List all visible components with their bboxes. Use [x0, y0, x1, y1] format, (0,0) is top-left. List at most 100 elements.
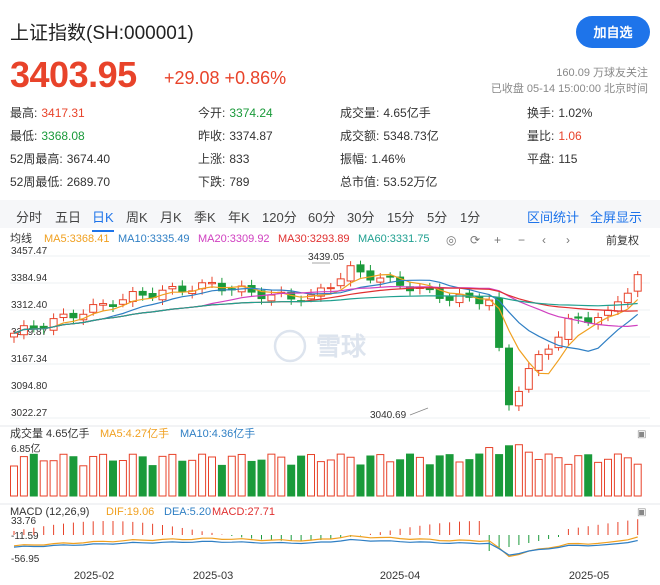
volume-bar	[415, 456, 424, 497]
candle-body	[613, 301, 622, 312]
volume-bar	[188, 459, 197, 497]
volume-bar	[455, 461, 464, 497]
volume-bar	[475, 453, 484, 497]
tab-8[interactable]: 60分	[308, 207, 335, 226]
watermark-logo-icon	[273, 329, 307, 363]
macd-value: MACD:27.71	[212, 506, 275, 518]
ma-legend-label: 均线	[10, 231, 32, 245]
stat-item: 52周最低: 2689.70	[10, 173, 110, 190]
ma-legend-item: MA60:3331.75	[358, 233, 430, 245]
toolbar-icon: ◎	[446, 233, 456, 247]
volume-bar	[445, 454, 454, 497]
stat-label: 今开:	[198, 106, 226, 120]
tab-6[interactable]: 年K	[228, 207, 250, 226]
volume-bar	[59, 453, 68, 497]
fullscreen-link[interactable]: 全屏显示	[590, 207, 642, 226]
ma-legend-item: MA10:3335.49	[118, 233, 190, 245]
tab-9[interactable]: 30分	[347, 207, 374, 226]
candle-body	[178, 285, 187, 293]
stat-label: 最高:	[10, 106, 38, 120]
stat-label: 量比:	[527, 129, 555, 143]
stat-label: 上涨:	[198, 152, 226, 166]
tab-7[interactable]: 120分	[262, 207, 297, 226]
adjust-mode: 前复权	[606, 233, 639, 247]
watermark-text: 雪球	[316, 333, 367, 361]
volume-bar	[544, 453, 553, 497]
stat-label: 昨收:	[198, 129, 226, 143]
candle-body	[208, 281, 216, 285]
stat-label: 下跌:	[198, 175, 226, 189]
stat-label: 成交额:	[340, 129, 380, 143]
stock-chart[interactable]: 均线 MA5:3368.41 MA10:3335.49 MA20:3309.92 MA3…	[0, 228, 660, 585]
add-watchlist-button[interactable]: 加自选	[576, 16, 650, 48]
volume-bar	[148, 465, 157, 497]
stat-value: 833	[229, 152, 250, 166]
low-price-label: 3040.69	[370, 410, 407, 421]
volume-bar	[19, 456, 28, 497]
volume-bar	[208, 456, 216, 497]
candle-body	[544, 348, 553, 355]
tab-0[interactable]: 分时	[16, 207, 42, 226]
y-tick-label: 3022.27	[11, 408, 48, 419]
candle-body	[128, 291, 137, 303]
candle-body	[445, 296, 454, 301]
y-tick-label: 3312.40	[11, 300, 48, 311]
stat-value: 115	[558, 152, 578, 166]
volume-bar	[406, 453, 414, 497]
range-stats-link[interactable]: 区间统计	[527, 207, 579, 226]
tab-2[interactable]: 日K	[92, 207, 114, 232]
period-tabs: 分时 五日 日K 周K 月K 季K 年K 120分 60分 30分 15分 5分 1分 区间统计 全屏显示	[0, 200, 660, 232]
stat-value: 1.02%	[558, 106, 593, 120]
volume-bar	[128, 453, 137, 497]
dif-line	[13, 535, 638, 558]
toolbar-icon: +	[494, 233, 501, 247]
volume-bar	[594, 461, 603, 497]
tab-10[interactable]: 15分	[387, 207, 414, 226]
volume-bar	[386, 461, 395, 497]
volume-bar	[198, 453, 207, 497]
collapse-volume-icon: ▣	[637, 429, 646, 440]
volume-bar	[217, 464, 226, 497]
stat-item: 成交额: 5348.73亿	[340, 127, 439, 144]
toolbar-icon: ⟳	[470, 233, 480, 247]
stat-label: 振幅:	[340, 152, 368, 166]
stat-label: 52周最高:	[10, 152, 63, 166]
tab-1[interactable]: 五日	[55, 207, 81, 226]
volume-bar	[29, 453, 38, 497]
candle-body	[118, 299, 127, 305]
x-axis-label: 2025-02	[74, 570, 114, 582]
volume-bar	[277, 456, 286, 497]
tab-4[interactable]: 月K	[160, 207, 182, 226]
candle-body	[69, 312, 78, 319]
volume-bar	[326, 459, 335, 497]
high-price-label: 3439.05	[308, 252, 345, 263]
stat-value: 53.52万亿	[383, 175, 438, 189]
tab-12[interactable]: 1分	[460, 207, 480, 226]
volume-bar	[396, 459, 405, 497]
y-tick-label: 3457.47	[11, 246, 48, 257]
stat-item: 下跌: 789	[198, 173, 249, 190]
volume-bar	[99, 453, 108, 497]
volume-bar	[69, 456, 78, 497]
volume-bar	[49, 460, 58, 497]
toolbar-icon: ›	[566, 233, 570, 247]
volume-bar	[336, 453, 345, 497]
candle-body	[376, 277, 385, 283]
tab-11[interactable]: 5分	[427, 207, 447, 226]
stat-label: 成交量:	[340, 106, 380, 120]
candle-body	[10, 332, 18, 338]
candle-body	[633, 274, 642, 292]
y-tick-label: 3384.94	[11, 273, 48, 284]
volume-bar	[633, 463, 642, 497]
tab-5[interactable]: 季K	[194, 207, 216, 226]
ma-line	[13, 295, 638, 334]
volume-bar	[485, 447, 494, 497]
tab-3[interactable]: 周K	[126, 207, 148, 226]
stat-value: 2689.70	[66, 175, 111, 189]
ma-legend-item: MA20:3309.92	[198, 233, 270, 245]
volume-label: 成交量 4.65亿手	[10, 426, 89, 440]
candle-body	[534, 354, 543, 371]
volume-bar	[138, 456, 147, 497]
volume-ma5: MA5:4.27亿手	[100, 426, 169, 440]
volume-bar	[514, 444, 523, 497]
